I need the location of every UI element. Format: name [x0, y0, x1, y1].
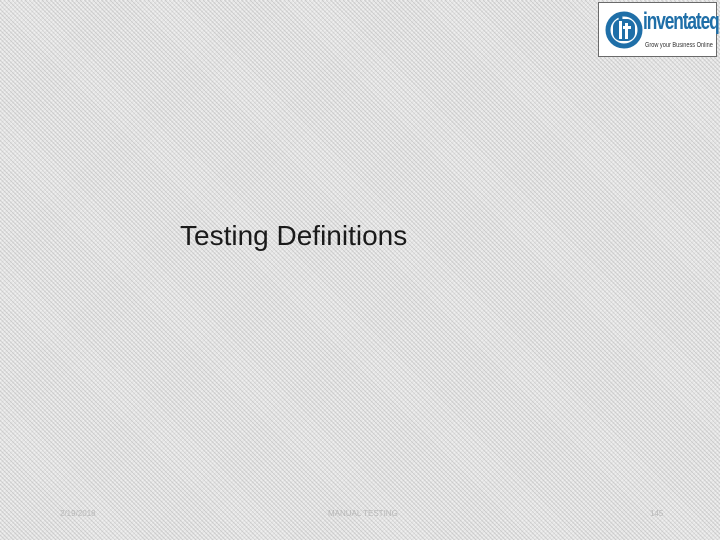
footer-date: 2/19/2018 [60, 509, 96, 518]
footer-center-text: MANUAL TESTING [328, 509, 398, 518]
slide-title: Testing Definitions [180, 220, 408, 251]
logo-wordmark: inventateq [643, 8, 720, 35]
logo-tagline: Grow your Business Online [645, 42, 713, 49]
slide: inventateq Grow your Business Online Tes… [0, 0, 720, 540]
footer-page-number: 145 [650, 509, 664, 518]
company-logo: inventateq Grow your Business Online [598, 2, 720, 57]
